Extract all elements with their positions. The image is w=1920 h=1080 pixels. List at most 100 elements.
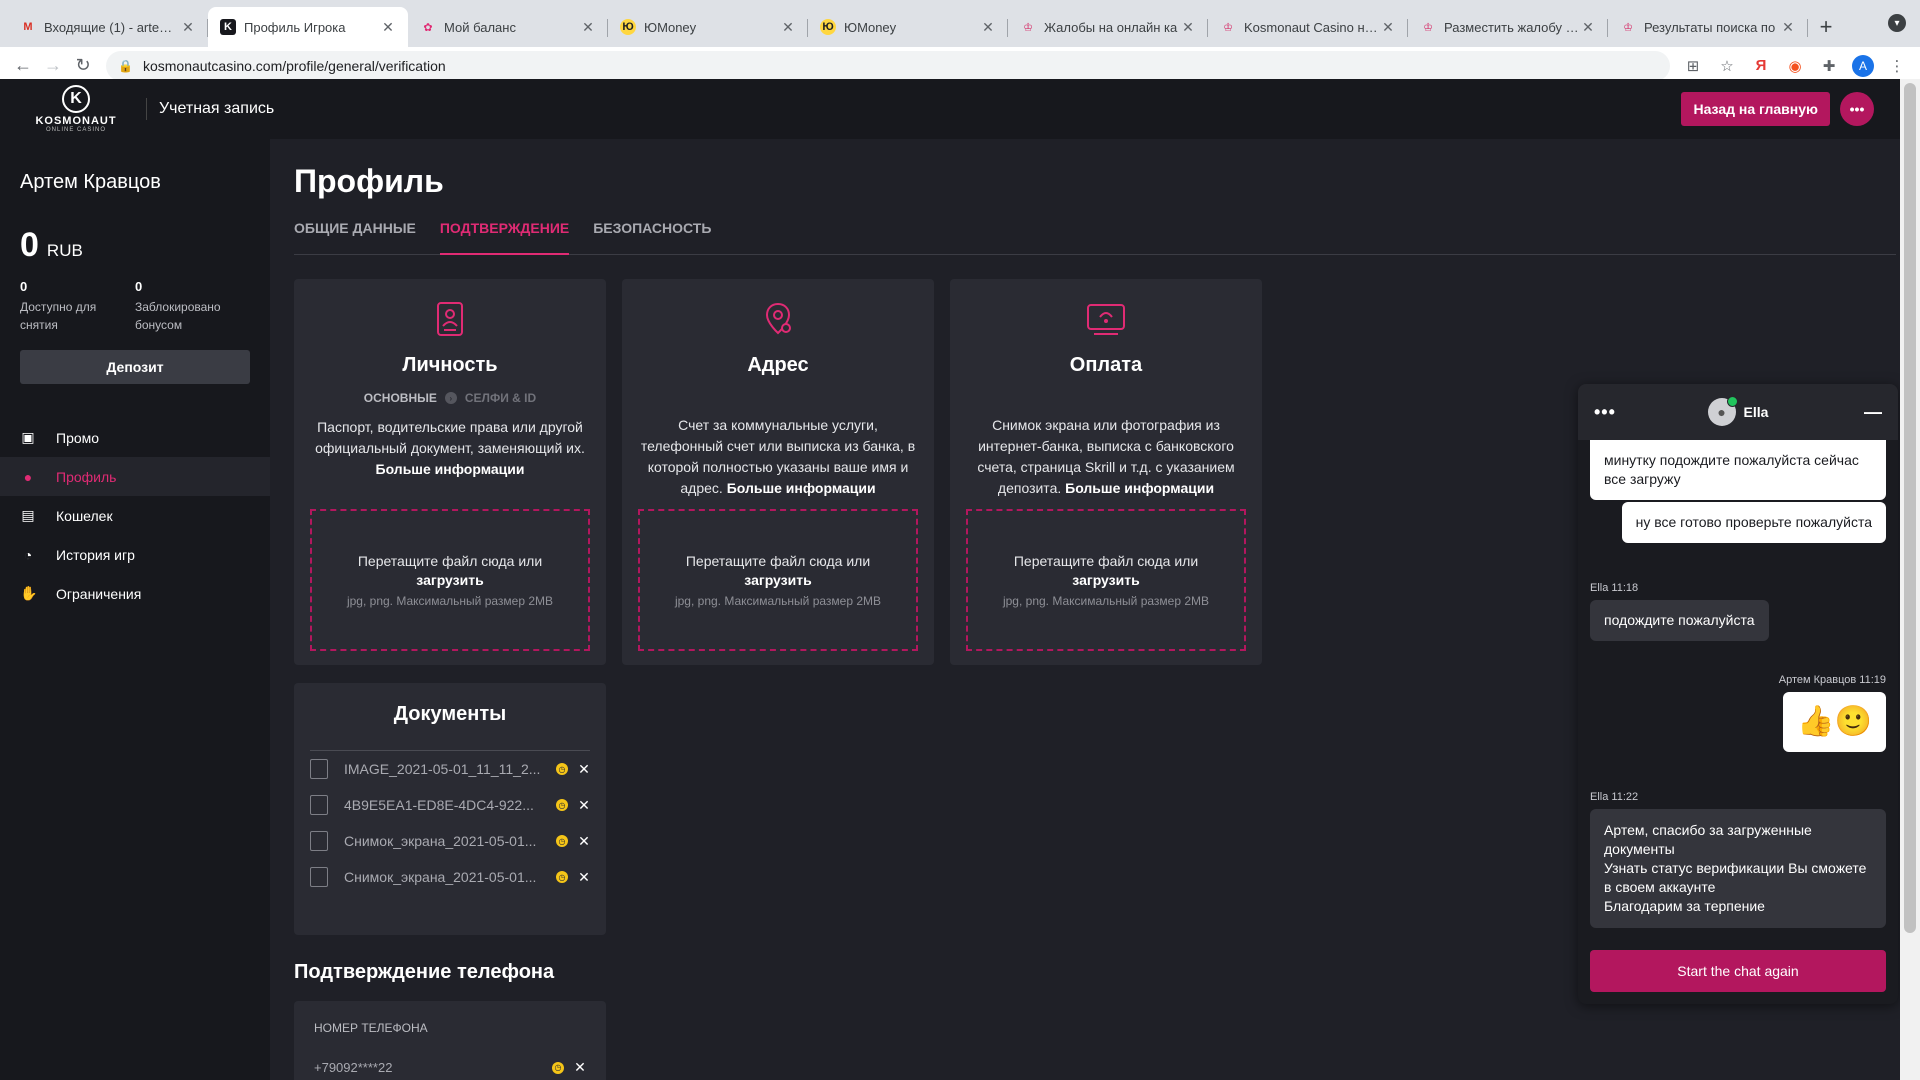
- gear-flower-icon: ✿: [423, 21, 433, 34]
- browser-tab-complaints[interactable]: ♔ Жалобы на онлайн ка ✕: [1008, 7, 1208, 47]
- minimize-icon[interactable]: —: [1864, 402, 1882, 423]
- blocked-value: 0: [135, 279, 143, 294]
- document-name: Снимок_экрана_2021-05-01...: [344, 833, 537, 849]
- url-input[interactable]: 🔒 kosmonautcasino.com/profile/general/ve…: [106, 50, 1670, 81]
- sidebar-item-label: Ограничения: [56, 585, 142, 602]
- yandex-icon[interactable]: Я: [1746, 51, 1776, 81]
- gift-icon: ▣: [21, 429, 35, 445]
- sidebar-menu: ▣ Промо ● Профиль ▤ Кошелек ◔ История иг…: [0, 418, 270, 613]
- card-description: Снимок экрана или фотография из интернет…: [966, 415, 1246, 499]
- sidebar-item-label: Промо: [56, 429, 100, 446]
- close-icon[interactable]: ✕: [380, 19, 396, 36]
- upload-link[interactable]: загрузить: [744, 572, 811, 588]
- back-to-home-button[interactable]: Назад на главную: [1681, 92, 1830, 126]
- card-title: Оплата: [1069, 354, 1143, 376]
- sidebar-item-profile[interactable]: ● Профиль: [0, 457, 270, 496]
- address-dropzone[interactable]: Перетащите файл сюда или загрузить jpg, …: [638, 509, 918, 651]
- balance-amount: 0: [20, 226, 39, 264]
- kosmonaut-icon: K: [220, 19, 236, 35]
- more-menu-button[interactable]: •••: [1840, 92, 1874, 126]
- back-arrow-icon[interactable]: ←: [8, 51, 38, 81]
- dropzone-hint: jpg, png. Максимальный размер 2MB: [1002, 593, 1210, 608]
- bird-icon: ♔: [1623, 21, 1633, 34]
- forward-arrow-icon[interactable]: →: [38, 51, 68, 81]
- close-icon[interactable]: ✕: [780, 19, 796, 36]
- documents-title: Документы: [310, 703, 590, 751]
- document-row: Снимок_экрана_2021-05-01... ◷ ✕: [310, 859, 590, 895]
- browser-tab-gmail[interactable]: M Входящие (1) - artemkr ✕: [8, 7, 208, 47]
- document-name: Снимок_экрана_2021-05-01...: [344, 869, 537, 885]
- phone-number: +79092****22: [314, 1060, 393, 1075]
- document-name: 4B9E5EA1-ED8E-4DC4-922...: [344, 797, 534, 813]
- sidebar-item-wallet[interactable]: ▤ Кошелек: [0, 496, 270, 535]
- step-selfie-id[interactable]: СЕЛФИ & ID: [465, 391, 536, 405]
- logo-name: KOSMONAUT: [35, 115, 117, 127]
- browser-tab-balance[interactable]: ✿ Мой баланс ✕: [408, 7, 608, 47]
- tab-title: ЮMoney: [644, 19, 697, 35]
- reload-icon[interactable]: ↻: [68, 51, 98, 81]
- tab-general[interactable]: ОБЩИЕ ДАННЫЕ: [294, 219, 416, 255]
- fire-icon[interactable]: ◉: [1780, 51, 1810, 81]
- lock-icon: 🔒: [118, 58, 133, 73]
- scrollbar-thumb[interactable]: [1904, 83, 1916, 933]
- kosmonaut-logo[interactable]: K KOSMONAUT ONLINE CASINO: [26, 82, 126, 136]
- sidebar-item-limits[interactable]: ✋ Ограничения: [0, 574, 270, 613]
- close-icon[interactable]: ✕: [180, 19, 196, 36]
- identity-dropzone[interactable]: Перетащите файл сюда или загрузить jpg, …: [310, 509, 590, 651]
- close-icon[interactable]: ✕: [1180, 19, 1196, 36]
- browser-tab-yoomoney-1[interactable]: Ю ЮMoney ✕: [608, 7, 808, 47]
- upload-link[interactable]: загрузить: [1072, 572, 1139, 588]
- more-info-link[interactable]: Больше информации: [727, 480, 876, 496]
- remove-phone-icon[interactable]: ✕: [574, 1059, 586, 1076]
- sidebar-item-label: Кошелек: [56, 507, 113, 524]
- remove-document-icon[interactable]: ✕: [578, 869, 590, 886]
- file-icon: [310, 867, 328, 887]
- agent-avatar: ●: [1707, 396, 1738, 426]
- translate-icon[interactable]: ⊞: [1678, 51, 1708, 81]
- new-tab-button[interactable]: +: [1808, 7, 1844, 47]
- card-description: Счет за коммунальные услуги, телефонный …: [638, 415, 918, 499]
- tab-security[interactable]: БЕЗОПАСНОСТЬ: [593, 219, 711, 255]
- tab-title: Результаты поиска по: [1644, 19, 1776, 35]
- file-icon: [310, 795, 328, 815]
- sidebar-item-promo[interactable]: ▣ Промо: [0, 418, 270, 457]
- payment-screen-icon: [1087, 304, 1125, 335]
- chat-options-icon[interactable]: •••: [1594, 402, 1616, 423]
- browser-tab-profile[interactable]: K Профиль Игрока ✕: [208, 7, 408, 47]
- tab-verification[interactable]: ПОДТВЕРЖДЕНИЕ: [439, 219, 570, 255]
- remove-document-icon[interactable]: ✕: [578, 761, 590, 778]
- browser-tab-kosmonaut-complaint[interactable]: ♔ Kosmonaut Casino не в ✕: [1208, 7, 1408, 47]
- profile-avatar-icon[interactable]: A: [1848, 51, 1878, 81]
- close-icon[interactable]: ✕: [580, 19, 596, 36]
- chevron-right-icon: ›: [444, 392, 457, 404]
- close-icon[interactable]: ✕: [1780, 19, 1796, 36]
- puzzle-icon[interactable]: ✚: [1814, 51, 1844, 81]
- more-info-link[interactable]: Больше информации: [376, 461, 525, 477]
- document-row: 4B9E5EA1-ED8E-4DC4-922... ◷ ✕: [310, 787, 590, 823]
- browser-tab-search-results[interactable]: ♔ Результаты поиска по ✕: [1608, 7, 1808, 47]
- chat-message-meta: Ella 11:18: [1590, 582, 1639, 594]
- close-icon[interactable]: ✕: [1380, 19, 1396, 36]
- browser-tab-yoomoney-2[interactable]: Ю ЮMoney ✕: [808, 7, 1008, 47]
- upload-link[interactable]: загрузить: [416, 572, 483, 588]
- restart-chat-button[interactable]: Start the chat again: [1590, 950, 1886, 992]
- chat-header: ••• ● Ella —: [1578, 384, 1898, 440]
- bird-icon: ♔: [1423, 21, 1433, 34]
- close-icon[interactable]: ✕: [1580, 19, 1596, 36]
- tab-search-icon[interactable]: ▾: [1888, 14, 1906, 32]
- close-icon[interactable]: ✕: [980, 19, 996, 36]
- kebab-menu-icon[interactable]: ⋮: [1882, 51, 1912, 81]
- file-icon: [310, 831, 328, 851]
- browser-tab-post-complaint[interactable]: ♔ Разместить жалобу на ✕: [1408, 7, 1608, 47]
- deposit-button[interactable]: Депозит: [20, 350, 250, 384]
- remove-document-icon[interactable]: ✕: [578, 833, 590, 850]
- remove-document-icon[interactable]: ✕: [578, 797, 590, 814]
- sidebar-item-history[interactable]: ◔ История игр: [0, 535, 270, 574]
- step-basic[interactable]: ОСНОВНЫЕ: [364, 391, 437, 405]
- yoomoney-icon: Ю: [820, 19, 836, 35]
- payment-dropzone[interactable]: Перетащите файл сюда или загрузить jpg, …: [966, 509, 1246, 651]
- bookmark-star-icon[interactable]: ☆: [1712, 51, 1742, 81]
- chat-message: минутку подождите пожалуйста сейчас все …: [1590, 440, 1886, 500]
- page-scrollbar[interactable]: [1900, 79, 1920, 1080]
- more-info-link[interactable]: Больше информации: [1065, 480, 1214, 496]
